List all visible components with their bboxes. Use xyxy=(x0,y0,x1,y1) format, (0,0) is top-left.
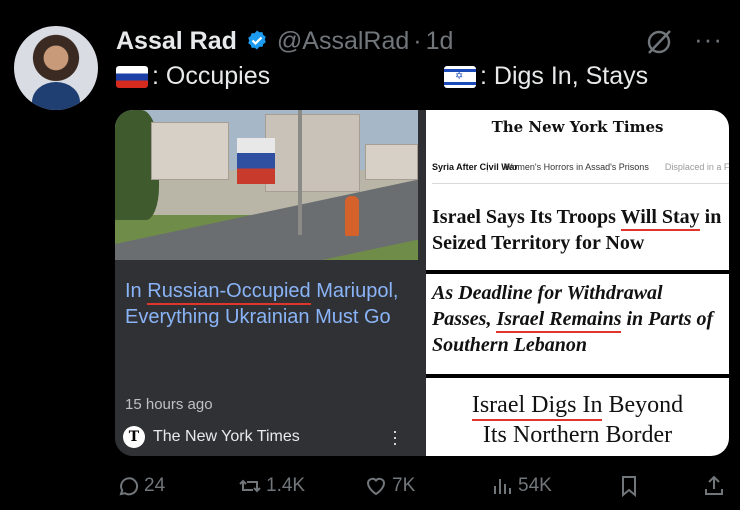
nav-link: Displaced in a F xyxy=(664,161,729,172)
headline-part: Beyond xyxy=(602,392,684,418)
share-icon xyxy=(705,475,723,495)
kebab-menu-icon[interactable]: · · · xyxy=(391,422,399,452)
post-header: Assal Rad @AssalRad · 1d xyxy=(116,24,453,58)
repost-count: 1.4K xyxy=(266,475,306,496)
more-icon[interactable]: ··· xyxy=(694,26,728,54)
headline-highlight: Russian-Occupied xyxy=(147,280,311,305)
headline-part: In xyxy=(125,280,148,302)
headline-highlight: Israel Digs In xyxy=(471,392,603,421)
author-handle[interactable]: @AssalRad xyxy=(277,27,409,56)
reply-icon xyxy=(119,477,139,496)
israel-flag-icon: ✡ xyxy=(444,65,476,88)
post-text-israel: ✡ : Digs In, Stays xyxy=(444,62,648,91)
card-headline[interactable]: In Russian-Occupied Mariupol, Everything… xyxy=(125,278,410,330)
nyt-headlines-column: The New York Times Syria After Civil War… xyxy=(426,110,729,456)
views-icon xyxy=(494,479,511,494)
nyt-panel-1: The New York Times Syria After Civil War… xyxy=(426,110,729,270)
nyt-masthead: The New York Times xyxy=(491,118,664,136)
reply-count: 24 xyxy=(144,475,166,496)
headline-highlight: Will Stay xyxy=(620,206,700,231)
nyt-headline-3: Israel Digs In Beyond Its Northern Borde… xyxy=(426,390,729,450)
views-count: 54K xyxy=(518,475,552,496)
like-count: 7K xyxy=(392,475,416,496)
views-button[interactable]: 54K xyxy=(490,474,552,498)
russia-flag-icon xyxy=(116,65,148,88)
verified-badge-icon xyxy=(248,30,266,50)
nyt-logo-icon: T xyxy=(123,426,145,448)
nyt-headline-2: As Deadline for Withdrawal Passes, Israe… xyxy=(432,280,726,358)
nav-section: Syria After Civil War xyxy=(432,161,518,172)
nyt-panel-2: As Deadline for Withdrawal Passes, Israe… xyxy=(426,274,729,374)
action-bar: 24 1.4K 7K 54K xyxy=(0,474,740,504)
grok-icon[interactable] xyxy=(645,28,673,56)
source-name: The New York Times xyxy=(153,428,300,445)
post-image[interactable]: In Russian-Occupied Mariupol, Everything… xyxy=(115,110,729,456)
like-button[interactable]: 7K xyxy=(364,474,415,498)
card-source[interactable]: T The New York Times xyxy=(123,426,300,448)
post-time[interactable]: 1d xyxy=(426,27,454,56)
share-button[interactable] xyxy=(702,474,730,498)
repost-icon xyxy=(239,479,261,493)
bookmark-icon xyxy=(622,476,636,498)
nyt-headline-1: Israel Says Its Troops Will Stay in Seiz… xyxy=(432,204,726,256)
repost-button[interactable]: 1.4K xyxy=(238,474,305,498)
separator-dot: · xyxy=(413,26,422,55)
nyt-panel-3: Israel Digs In Beyond Its Northern Borde… xyxy=(426,378,729,456)
headline-part: Israel Says Its Troops xyxy=(432,206,621,228)
author-name[interactable]: Assal Rad xyxy=(116,27,237,56)
mariupol-photo xyxy=(115,110,418,260)
reply-button[interactable]: 24 xyxy=(116,474,165,498)
text-occupies: : Occupies xyxy=(152,62,271,90)
headline-highlight: Israel Remains xyxy=(496,308,622,333)
text-digs-in: : Digs In, Stays xyxy=(480,62,649,90)
nyt-nav-row: Syria After Civil War Women's Horrors in… xyxy=(432,150,729,184)
card-time: 15 hours ago xyxy=(125,396,213,413)
nav-link: Women's Horrors in Assad's Prisons xyxy=(504,161,649,172)
avatar[interactable] xyxy=(14,26,98,110)
headline-part: Its Northern Border xyxy=(482,422,673,448)
bookmark-button[interactable] xyxy=(617,474,645,498)
like-icon xyxy=(366,477,386,496)
news-card-left[interactable]: In Russian-Occupied Mariupol, Everything… xyxy=(115,110,418,456)
post-text-russia: : Occupies xyxy=(116,62,270,91)
